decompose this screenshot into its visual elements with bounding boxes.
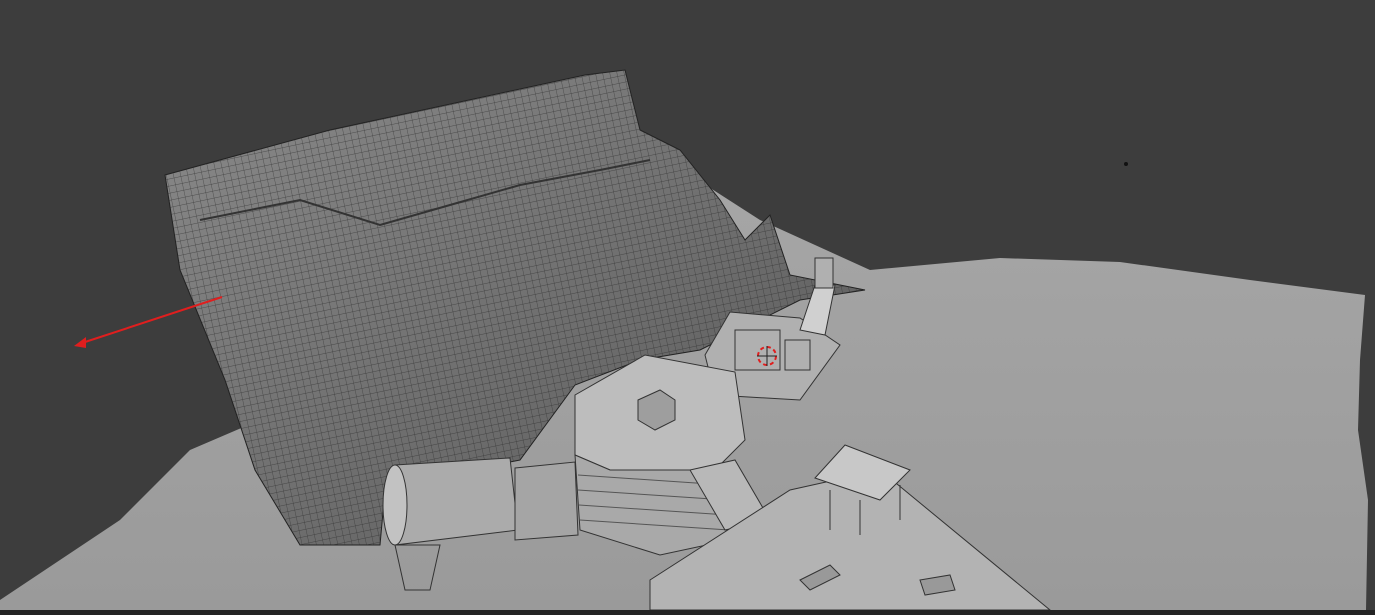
viewport-bottom-edge (0, 610, 1375, 615)
3d-viewport[interactable] (0, 0, 1375, 615)
3d-cursor-icon[interactable] (757, 346, 777, 366)
scene (0, 69, 1368, 611)
stray-vertex (1124, 162, 1128, 166)
red-arrow[interactable] (74, 296, 223, 348)
